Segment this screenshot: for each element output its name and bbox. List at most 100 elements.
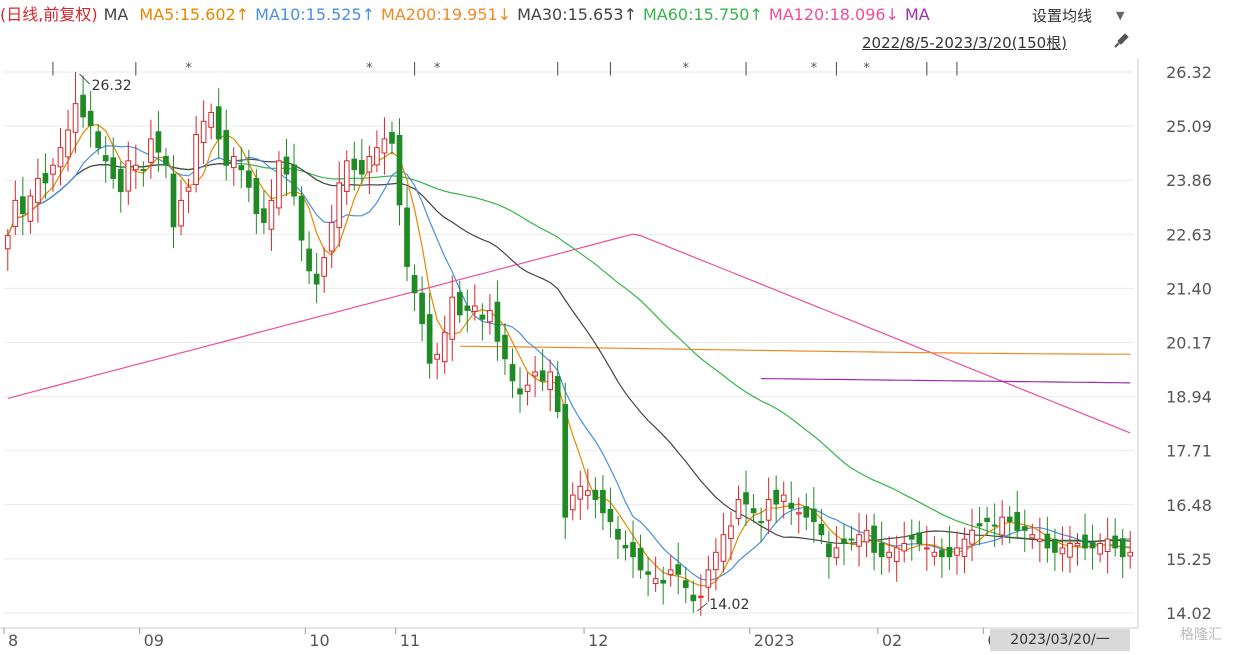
candle-body xyxy=(65,129,71,158)
candle-body xyxy=(886,551,893,558)
candle-body xyxy=(969,529,975,545)
candle-body xyxy=(502,334,508,360)
candle-body xyxy=(1104,538,1111,552)
event-mark: | xyxy=(556,61,560,76)
candle-body xyxy=(682,580,689,588)
candle-body xyxy=(1044,533,1051,549)
y-tick-label: 18.94 xyxy=(1166,388,1212,407)
candle-body xyxy=(607,509,614,523)
candle-body xyxy=(569,494,576,511)
candle-body xyxy=(810,508,817,523)
y-tick-label: 22.63 xyxy=(1166,225,1212,244)
candle-body xyxy=(946,546,953,558)
candle-body xyxy=(313,273,320,285)
candle-body xyxy=(893,547,900,562)
current-date-tag: 2023/03/20/一 xyxy=(990,629,1130,651)
candle-body xyxy=(622,544,629,549)
legend-item: MA60:15.750↑ xyxy=(643,5,763,24)
candle-body xyxy=(524,384,531,392)
y-tick-label: 20.17 xyxy=(1166,334,1212,353)
candle-body xyxy=(1097,543,1103,555)
candle-body xyxy=(841,538,847,545)
ma120-line xyxy=(7,233,1131,434)
candle-body xyxy=(652,578,659,585)
candle-body xyxy=(743,492,749,505)
candle-body xyxy=(283,156,290,175)
candle-body xyxy=(19,196,26,215)
event-mark: | xyxy=(955,61,959,76)
candle-body xyxy=(155,131,162,153)
candle-body xyxy=(1021,526,1028,531)
candle-body xyxy=(449,296,456,340)
candle-body xyxy=(780,494,787,503)
candle-body xyxy=(358,159,365,175)
candle-body xyxy=(848,538,855,541)
event-mark: * xyxy=(185,61,192,76)
candle-body xyxy=(961,538,968,558)
candle-body xyxy=(697,595,704,598)
event-mark: * xyxy=(366,61,373,76)
candle-body xyxy=(471,305,478,312)
candle-body xyxy=(132,164,139,171)
candle-body xyxy=(667,569,674,576)
candle-body xyxy=(1089,541,1096,549)
legend-item: MA30:15.653↑ xyxy=(517,5,637,24)
candle-body xyxy=(637,547,644,571)
candle-body xyxy=(494,301,501,342)
candle-body xyxy=(185,186,192,192)
candle-body xyxy=(577,485,584,500)
candle-body xyxy=(584,490,591,496)
candle-body xyxy=(148,138,154,163)
y-tick-label: 16.48 xyxy=(1166,496,1212,515)
candle-body xyxy=(208,111,215,128)
candle-body xyxy=(456,292,463,316)
x-tick-label: 2023 xyxy=(754,631,795,650)
x-tick-label: 10 xyxy=(309,631,329,650)
pin-icon[interactable] xyxy=(1112,30,1132,50)
candle-body xyxy=(901,543,908,552)
candle-body xyxy=(321,257,328,277)
candle-body xyxy=(1006,516,1013,523)
event-mark: | xyxy=(744,61,748,76)
candle-body xyxy=(57,147,64,168)
x-tick-label: 11 xyxy=(400,631,420,650)
candle-body xyxy=(411,275,418,294)
legend-item: MA10:15.525↑ xyxy=(255,5,376,24)
candle-body xyxy=(1074,543,1081,547)
candle-body xyxy=(351,158,358,171)
x-tick-label: 02 xyxy=(882,631,902,650)
event-mark: | xyxy=(925,61,929,76)
candle-body xyxy=(117,168,124,193)
ma-extra-line xyxy=(761,378,1131,384)
candle-body xyxy=(200,120,207,144)
y-tick-label: 25.09 xyxy=(1166,117,1212,136)
event-mark: | xyxy=(608,61,612,76)
candle-body xyxy=(976,523,983,527)
candle-body xyxy=(328,221,335,252)
candle-body xyxy=(923,547,930,550)
candle-body xyxy=(833,547,840,559)
candle-body xyxy=(991,524,998,527)
ma-settings-dropdown[interactable]: 设置均线 ▼ xyxy=(1022,4,1142,28)
candle-body xyxy=(245,170,252,188)
x-tick-label: 12 xyxy=(588,631,608,650)
candle-body xyxy=(863,529,870,543)
candle-body xyxy=(1067,543,1073,558)
candle-body xyxy=(110,157,117,179)
candle-body xyxy=(554,376,561,413)
candle-body xyxy=(916,532,923,545)
candle-body xyxy=(713,551,719,571)
candle-body xyxy=(1119,538,1126,558)
low-arrow xyxy=(696,602,708,612)
candle-body xyxy=(1052,538,1058,553)
candle-body xyxy=(140,168,147,171)
candle-body xyxy=(758,520,764,523)
legend-item: MA5:15.602↑ xyxy=(139,5,250,24)
candle-body xyxy=(336,182,343,229)
candle-body xyxy=(1112,535,1119,549)
date-range-label[interactable]: 2022/8/5-2023/3/20(150根) xyxy=(862,32,1067,54)
candle-body xyxy=(795,512,802,515)
candle-body xyxy=(396,134,403,206)
legend-item: MA xyxy=(904,5,930,24)
candle-body xyxy=(630,542,636,558)
